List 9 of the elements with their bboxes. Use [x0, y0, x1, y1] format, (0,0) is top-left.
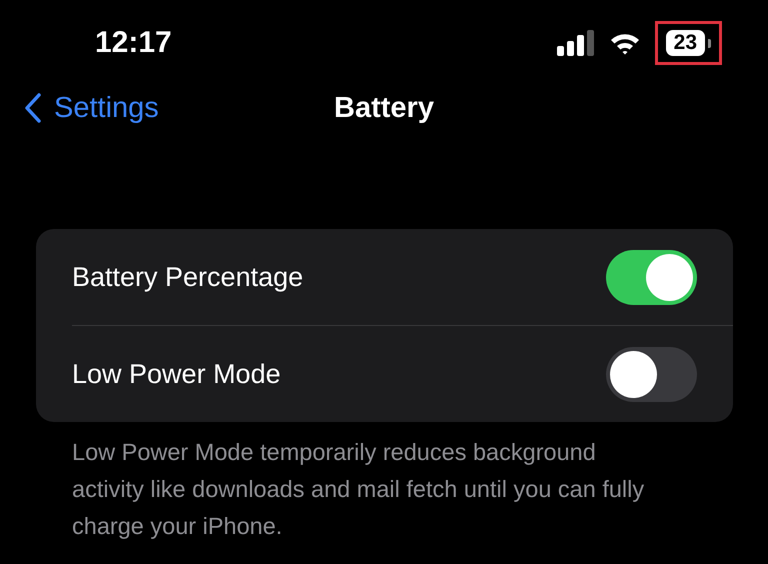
footer-note: Low Power Mode temporarily reduces background activity like downloads and mail fetch until you can fully charge your iPhone. — [72, 438, 646, 541]
back-button[interactable]: Settings — [0, 92, 159, 124]
battery-level: 23 — [666, 30, 705, 56]
setting-label: Low Power Mode — [72, 358, 281, 390]
page-title: Battery — [334, 92, 434, 124]
status-time: 12:17 — [95, 26, 172, 60]
signal-icon — [556, 30, 595, 56]
chevron-left-icon — [24, 93, 42, 123]
setting-label: Battery Percentage — [72, 262, 304, 292]
